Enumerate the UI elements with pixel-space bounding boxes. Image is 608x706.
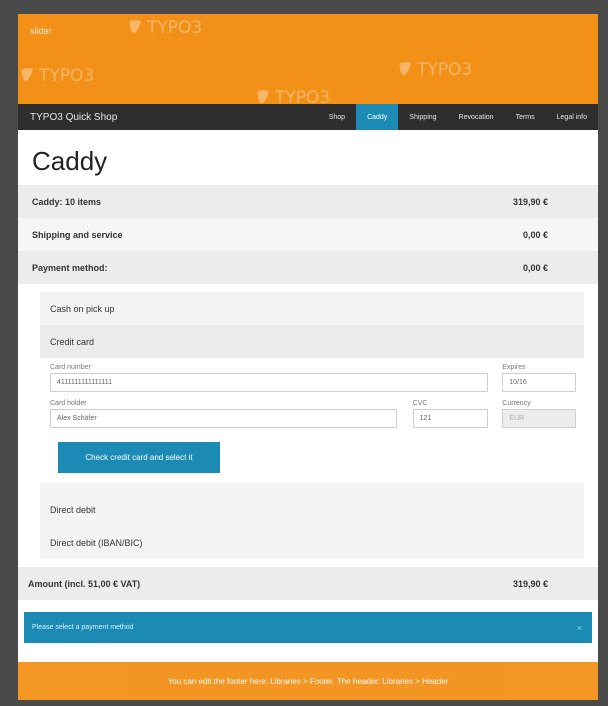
alert-text: Please select a payment method [32, 624, 134, 631]
card-number-input[interactable]: 4111111111111111 [50, 373, 489, 392]
shipping-label: Shipping and service [32, 229, 123, 240]
payment-method-label: Payment method: [32, 262, 108, 273]
top-navbar: TYPO3 Quick Shop Shop Caddy Shipping Rev… [18, 104, 598, 130]
shipping-row[interactable]: Shipping and service 0,00 € [18, 218, 598, 251]
payment-method-value: 0,00 € [522, 262, 548, 273]
card-number-label: Card number [50, 364, 91, 371]
close-icon[interactable]: × [577, 623, 592, 633]
payment-alert: Please select a payment method × [24, 612, 592, 643]
card-holder-input[interactable]: Alex Schäfer [50, 409, 397, 428]
check-credit-card-button[interactable]: Check credit card and select it [58, 442, 220, 473]
currency-input: EUR [502, 409, 576, 428]
nav-item-shipping[interactable]: Shipping [398, 104, 447, 130]
typo3-logo-watermark: TYPO3 [20, 66, 94, 86]
typo3-logo-icon [399, 62, 411, 76]
amount-total-value: 319,90 € [512, 578, 548, 589]
amount-total-label: Amount (incl. 51,00 € VAT) [28, 578, 141, 589]
typo3-logo-icon [257, 90, 269, 104]
typo3-logo-watermark: TYPO3 [398, 60, 472, 80]
currency-label: Currency [502, 400, 531, 407]
expires-input[interactable]: 10/16 [502, 373, 576, 392]
header-slider: slider TYPO3 TYPO3 TYPO3 TYPO3 [18, 14, 598, 104]
cvc-input[interactable]: 121 [412, 409, 489, 428]
expires-label: Expires [502, 364, 526, 371]
main-menu: Shop Caddy Shipping Revocation Terms Leg… [318, 104, 598, 130]
page-frame: slider TYPO3 TYPO3 TYPO3 TYPO3 TYPO3 Qui… [18, 14, 598, 700]
credit-card-form: Card number 4111111111111111 Expires 10/… [40, 358, 584, 483]
typo3-logo-icon [21, 68, 33, 82]
nav-item-legal-info[interactable]: Legal info [546, 104, 598, 130]
typo3-logo-watermark: TYPO3 [128, 18, 202, 38]
caddy-items-row: Caddy: 10 items 319,90 € [18, 185, 598, 218]
typo3-logo-watermark: TYPO3 [256, 88, 330, 104]
footer-text: You can edit the footer here: Libraries … [167, 676, 449, 686]
page-title: Caddy [32, 146, 108, 176]
payment-options-panel: Cash on pick up Credit card Card number … [40, 292, 584, 559]
shipping-value: 0,00 € [522, 229, 548, 240]
option-direct-debit-iban[interactable]: Direct debit (IBAN/BIC) [40, 526, 584, 559]
caddy-items-value: 319,90 € [512, 196, 548, 207]
card-holder-label: Card holder [50, 400, 87, 407]
nav-item-revocation[interactable]: Revocation [448, 104, 505, 130]
nav-item-terms[interactable]: Terms [505, 104, 546, 130]
site-brand[interactable]: TYPO3 Quick Shop [18, 112, 318, 123]
option-cash-on-pickup[interactable]: Cash on pick up [40, 292, 584, 325]
slider-label: slider [30, 26, 52, 36]
option-direct-debit[interactable]: Direct debit [40, 493, 584, 526]
option-credit-card[interactable]: Credit card [40, 325, 584, 358]
caddy-items-label: Caddy: 10 items [32, 196, 102, 207]
amount-total-row: Amount (incl. 51,00 € VAT) 319,90 € [18, 567, 598, 600]
nav-item-shop[interactable]: Shop [318, 104, 356, 130]
page-footer: You can edit the footer here: Libraries … [18, 662, 598, 700]
payment-method-row[interactable]: Payment method: 0,00 € [18, 251, 598, 284]
nav-item-caddy[interactable]: Caddy [356, 104, 399, 130]
typo3-logo-icon [129, 20, 141, 34]
cvc-label: CVC [412, 400, 428, 407]
